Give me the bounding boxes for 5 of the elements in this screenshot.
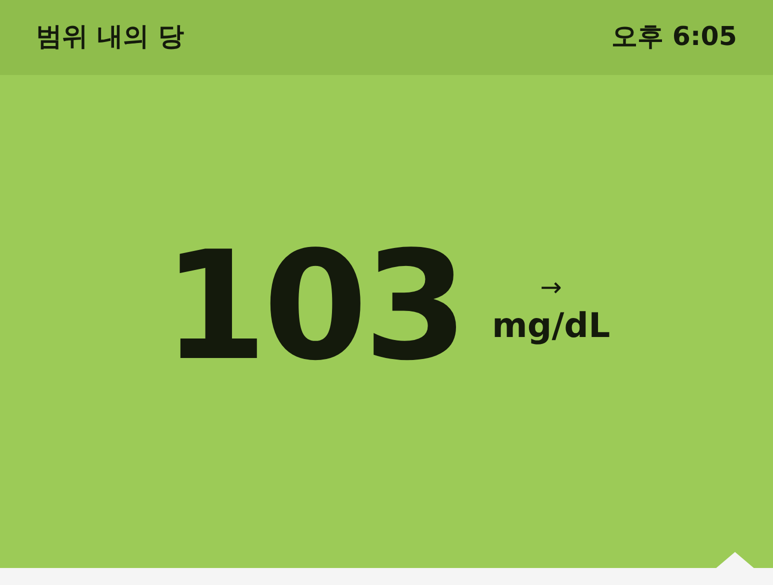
unit-label: mg/dL [492,305,610,348]
glucose-value: 103 [162,232,464,382]
trend-arrow: → [540,275,562,302]
screen-title: 범위 내의 당 [36,21,184,54]
clock-time: 오후 6:05 [611,21,737,54]
